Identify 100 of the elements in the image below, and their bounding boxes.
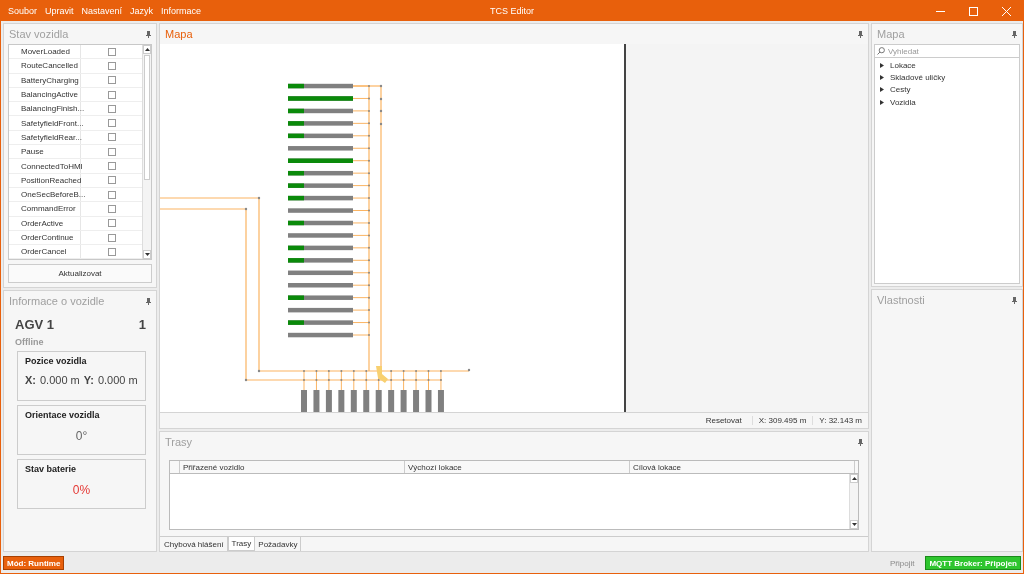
storage-aisle <box>288 245 353 251</box>
expand-arrow-icon[interactable] <box>880 62 884 68</box>
panel-title: Trasy <box>165 436 193 448</box>
storage-aisle <box>288 320 353 325</box>
vehicle-name: AGV 1 <box>15 317 54 332</box>
expand-arrow-icon[interactable] <box>880 99 884 105</box>
flag-label: SafetyfieldFront... <box>9 116 81 130</box>
vehicle-status: Offline <box>15 337 44 347</box>
expand-arrow-icon[interactable] <box>880 87 884 93</box>
flag-label: BalancingActive <box>9 87 81 102</box>
y-readout: Y: 32.143 m <box>812 416 868 425</box>
flag-label: CommandError <box>9 202 81 216</box>
flag-label: PositionReached <box>9 173 81 187</box>
scroll-down-icon[interactable] <box>851 523 857 526</box>
checkbox[interactable] <box>107 104 116 113</box>
checkbox[interactable] <box>107 190 116 199</box>
checkbox[interactable] <box>107 147 116 156</box>
x-readout: X: 309.495 m <box>751 416 813 425</box>
pin-icon[interactable] <box>146 30 151 38</box>
pin-icon[interactable] <box>858 30 863 38</box>
panel-title: Informace o vozidle <box>9 295 105 307</box>
storage-aisle <box>288 183 353 188</box>
maximize-icon[interactable] <box>969 6 978 16</box>
vehicle-id: 1 <box>138 317 146 332</box>
tab[interactable]: Požadavky <box>255 537 302 551</box>
checkbox[interactable] <box>107 162 116 170</box>
card-title: Orientace vozidla <box>25 410 100 420</box>
checkbox[interactable] <box>107 61 116 70</box>
window-title: TCS Editor <box>490 6 534 16</box>
flag-label: BatteryCharging <box>9 73 81 87</box>
reset-button[interactable]: Resetovat <box>699 416 748 425</box>
tree-item[interactable]: Cesty <box>890 85 911 95</box>
flag-label: ConnectedToHMI <box>9 159 81 173</box>
storage-aisle <box>288 307 353 313</box>
scrollbar[interactable] <box>142 45 151 259</box>
checkbox[interactable] <box>107 176 116 185</box>
flag-label: SafetyfieldRear... <box>9 130 81 145</box>
storage-aisle <box>288 233 353 238</box>
checkbox[interactable] <box>107 76 116 85</box>
storage-aisle <box>288 283 353 288</box>
flag-label: OrderActive <box>9 216 81 230</box>
checkbox[interactable] <box>107 233 116 242</box>
storage-aisle <box>288 108 353 114</box>
coordinate-value: 0.000 m <box>97 374 138 386</box>
close-icon[interactable] <box>1002 6 1011 16</box>
scroll-up-icon[interactable] <box>851 477 857 480</box>
flag-label: MoverLoaded <box>9 45 81 59</box>
coordinate-label: Y: <box>83 374 94 386</box>
storage-aisle <box>288 258 353 263</box>
card-title: Pozice vozidla <box>25 356 87 366</box>
checkbox[interactable] <box>107 90 116 99</box>
checkbox[interactable] <box>107 119 116 128</box>
storage-aisle <box>288 220 353 226</box>
battery-value: 0% <box>72 483 91 497</box>
pin-icon[interactable] <box>1012 296 1017 304</box>
search-field[interactable]: Vyhledat <box>874 44 1020 58</box>
storage-aisle <box>288 146 353 151</box>
storage-aisle <box>288 332 353 338</box>
coordinate-value: 0.000 m <box>40 374 80 386</box>
storage-aisle <box>288 83 353 89</box>
tab[interactable]: Chybová hlášení <box>161 537 228 551</box>
checkbox[interactable] <box>107 47 116 56</box>
panel-title: Mapa <box>877 28 905 40</box>
checkbox[interactable] <box>107 133 116 142</box>
search-icon <box>877 47 885 55</box>
column-header[interactable]: Výchozí lokace <box>405 461 630 473</box>
card-title: Stav baterie <box>25 464 77 474</box>
scrollbar[interactable] <box>849 474 858 529</box>
tree-item[interactable]: Vozidla <box>890 97 916 107</box>
storage-aisle <box>288 208 353 213</box>
scroll-down-icon[interactable] <box>144 253 150 256</box>
storage-aisle <box>288 96 353 101</box>
flag-label: OrderContinue <box>9 230 81 245</box>
checkbox[interactable] <box>107 219 116 228</box>
pin-icon[interactable] <box>146 297 151 305</box>
column-header[interactable]: Cílová lokace <box>630 461 855 473</box>
scroll-up-icon[interactable] <box>144 48 150 51</box>
column-header[interactable]: Přiřazené vozidlo <box>180 461 405 473</box>
storage-aisle <box>288 121 353 126</box>
expand-arrow-icon[interactable] <box>880 74 884 80</box>
storage-aisle <box>288 158 353 163</box>
storage-aisle <box>288 295 353 300</box>
storage-aisle <box>288 170 353 176</box>
checkbox[interactable] <box>107 204 116 213</box>
coordinate-label: X: <box>25 374 36 386</box>
tree-item[interactable]: Lokace <box>890 60 916 70</box>
panel-title: Stav vozidla <box>9 28 69 40</box>
checkbox[interactable] <box>107 247 116 256</box>
tab[interactable]: Trasy <box>227 537 256 551</box>
vehicle-marker <box>376 366 388 383</box>
pin-icon[interactable] <box>858 438 863 446</box>
flag-label: OrderCancel <box>9 245 81 259</box>
storage-aisle <box>288 270 353 276</box>
panel-title: Mapa <box>165 28 193 40</box>
storage-aisle <box>288 195 353 201</box>
storage-aisle <box>288 133 353 139</box>
panel-title: Vlastnosti <box>877 294 925 306</box>
refresh-button[interactable]: Aktualizovat <box>8 264 152 283</box>
pin-icon[interactable] <box>1012 30 1017 38</box>
tree-item[interactable]: Skladové uličky <box>890 72 946 82</box>
